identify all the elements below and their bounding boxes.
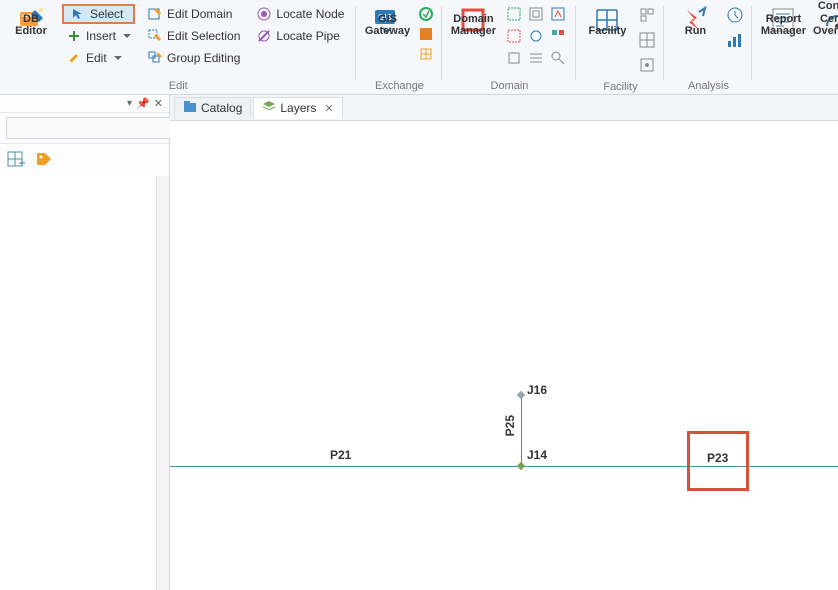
insert-button[interactable]: Insert <box>62 26 135 46</box>
exchange-icon-2[interactable] <box>418 26 434 42</box>
group-label-facility: Facility <box>580 79 660 95</box>
locate-node-icon <box>256 6 272 22</box>
exchange-icon-1[interactable] <box>418 6 434 22</box>
ribbon: DB Editor Select Insert <box>0 0 838 95</box>
facility-tool-1[interactable] <box>638 6 656 27</box>
gis-gateway-button[interactable]: GIS GIS Gateway <box>360 2 414 40</box>
side-tool-tag[interactable] <box>34 150 54 170</box>
side-search: ▾ <box>0 113 169 144</box>
insert-icon <box>66 28 82 44</box>
domain-manager-button[interactable]: Domain Manager <box>446 2 500 40</box>
analysis-tool-2[interactable] <box>726 31 744 52</box>
highlight-p23 <box>687 431 749 491</box>
facility-tool-3[interactable] <box>638 56 656 77</box>
analysis-tool-1[interactable] <box>726 6 744 27</box>
panel-menu-icon[interactable]: ▾ <box>127 98 132 109</box>
domain-tool-1[interactable] <box>504 4 524 24</box>
group-label-domain: Domain <box>446 78 572 94</box>
tab-layers[interactable]: Layers ✕ <box>253 97 342 119</box>
domain-tool-4[interactable] <box>504 26 524 46</box>
domain-tools <box>500 2 572 70</box>
edit-button[interactable]: Edit <box>62 48 135 68</box>
tab-catalog[interactable]: Catalog <box>174 97 251 119</box>
side-tool-grid[interactable] <box>6 150 26 170</box>
group-label-exchange: Exchange <box>360 78 438 94</box>
group-label-analysis: Analysis <box>668 78 748 94</box>
facility-button[interactable]: Facility <box>580 2 634 40</box>
pencil-icon <box>66 50 82 66</box>
node-j16[interactable] <box>517 391 525 399</box>
run-button[interactable]: Run <box>668 2 722 40</box>
db-editor-button[interactable]: DB Editor <box>4 2 58 40</box>
layers-tab-icon <box>262 100 276 117</box>
domain-tool-9[interactable] <box>548 48 568 68</box>
report-manager-button[interactable]: Report Manager <box>756 2 810 40</box>
domain-tool-8[interactable] <box>526 48 546 68</box>
node-j14[interactable] <box>517 462 525 470</box>
edit-domain-icon <box>147 6 163 22</box>
side-panel: ▾ 📌 ✕ ▾ <box>0 95 170 590</box>
domain-tool-5[interactable] <box>526 26 546 46</box>
locate-node-button[interactable]: Locate Node <box>252 4 348 24</box>
domain-tool-2[interactable] <box>526 4 546 24</box>
pipe-line-vert <box>521 395 522 466</box>
group-editing-button[interactable]: Group Editing <box>143 48 244 68</box>
exchange-icon-3[interactable] <box>418 46 434 62</box>
label-p25: P25 <box>503 415 517 436</box>
label-j16: J16 <box>527 383 547 397</box>
panel-close-icon[interactable]: ✕ <box>154 97 163 110</box>
domain-tool-7[interactable] <box>504 48 524 68</box>
map-canvas[interactable]: P21 J16 P25 J14 P23 <box>170 121 838 590</box>
facility-tool-2[interactable] <box>638 31 656 52</box>
control-center-overview-button[interactable]: Control Center Overview <box>810 2 838 40</box>
tab-close-icon[interactable]: ✕ <box>324 102 333 115</box>
group-label-edit: Edit <box>4 78 352 94</box>
locate-pipe-button[interactable]: Locate Pipe <box>252 26 348 46</box>
side-scroll-area[interactable] <box>0 176 169 590</box>
domain-tool-3[interactable] <box>548 4 568 24</box>
catalog-tab-icon <box>183 100 197 117</box>
select-button[interactable]: Select <box>62 4 135 24</box>
document-tabs: Catalog Layers ✕ <box>170 95 838 121</box>
panel-pin-icon[interactable]: 📌 <box>136 97 150 110</box>
cursor-icon <box>70 6 86 22</box>
label-j14: J14 <box>527 448 547 462</box>
group-editing-icon <box>147 50 163 66</box>
label-p21: P21 <box>330 448 351 462</box>
search-input[interactable] <box>6 117 192 139</box>
locate-pipe-icon <box>256 28 272 44</box>
edit-selection-button[interactable]: Edit Selection <box>143 26 244 46</box>
edit-selection-icon <box>147 28 163 44</box>
domain-tool-6[interactable] <box>548 26 568 46</box>
edit-domain-button[interactable]: Edit Domain <box>143 4 244 24</box>
